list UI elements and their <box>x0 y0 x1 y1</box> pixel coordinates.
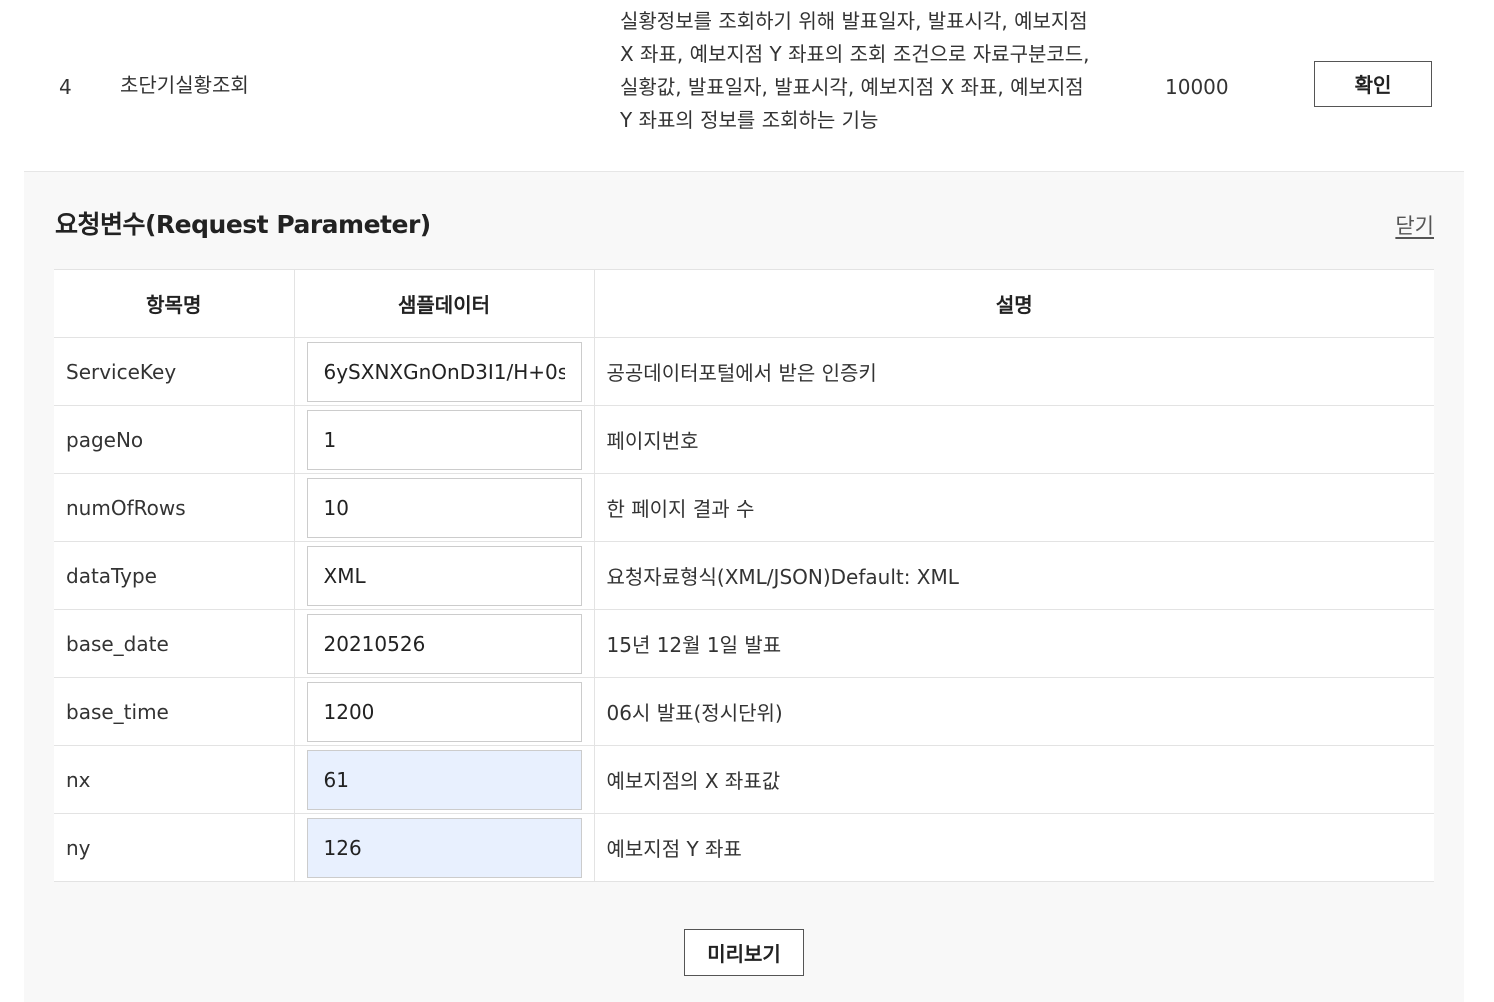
param-sample-cell <box>293 337 594 406</box>
param-sample-cell <box>293 813 594 882</box>
param-name: dataType <box>54 541 294 610</box>
table-header-row: 항목명 샘플데이터 설명 <box>54 269 1434 338</box>
param-sample-input[interactable] <box>306 681 582 742</box>
param-name: base_time <box>54 677 294 746</box>
table-row: numOfRows 한 페이지 결과 수 <box>54 473 1434 542</box>
param-description: 공공데이터포털에서 받은 인증키 <box>593 337 1434 406</box>
api-row-traffic: 10000 <box>1165 75 1229 99</box>
table-row: ny 예보지점 Y 좌표 <box>54 813 1434 882</box>
preview-button[interactable]: 미리보기 <box>684 929 804 976</box>
param-name: ny <box>54 813 294 882</box>
param-sample-cell <box>293 541 594 610</box>
api-row-number: 4 <box>59 75 72 99</box>
page: 4 초단기실황조회 실황정보를 조회하기 위해 발표일자, 발표시각, 예보지점… <box>0 0 1494 1002</box>
column-header-description: 설명 <box>593 269 1434 338</box>
table-row: nx 예보지점의 X 좌표값 <box>54 745 1434 814</box>
table-row: dataType 요청자료형식(XML/JSON)Default: XML <box>54 541 1434 610</box>
confirm-button[interactable]: 확인 <box>1314 61 1432 107</box>
param-name: base_date <box>54 609 294 678</box>
request-parameter-panel: 요청변수(Request Parameter) 닫기 항목명 샘플데이터 설명 … <box>24 172 1464 1002</box>
param-sample-input[interactable] <box>306 749 582 810</box>
table-row: base_date 15년 12월 1일 발표 <box>54 609 1434 678</box>
param-sample-input[interactable] <box>306 817 582 878</box>
param-description: 15년 12월 1일 발표 <box>593 609 1434 678</box>
param-description: 예보지점의 X 좌표값 <box>593 745 1434 814</box>
param-description: 페이지번호 <box>593 405 1434 474</box>
panel-title: 요청변수(Request Parameter) <box>55 210 431 239</box>
param-sample-cell <box>293 745 594 814</box>
api-row-description: 실황정보를 조회하기 위해 발표일자, 발표시각, 예보지점 X 좌표, 예보지… <box>620 9 1090 132</box>
api-list-row: 4 초단기실황조회 실황정보를 조회하기 위해 발표일자, 발표시각, 예보지점… <box>24 0 1464 172</box>
param-sample-cell <box>293 473 594 542</box>
param-sample-input[interactable] <box>306 613 582 674</box>
param-description: 한 페이지 결과 수 <box>593 473 1434 542</box>
parameter-rows: ServiceKey공공데이터포털에서 받은 인증키pageNo페이지번호num… <box>54 337 1434 882</box>
param-name: pageNo <box>54 405 294 474</box>
param-sample-input[interactable] <box>306 545 582 606</box>
param-description: 요청자료형식(XML/JSON)Default: XML <box>593 541 1434 610</box>
param-description: 06시 발표(정시단위) <box>593 677 1434 746</box>
param-sample-input[interactable] <box>306 341 582 402</box>
parameter-table: 항목명 샘플데이터 설명 ServiceKey공공데이터포털에서 받은 인증키p… <box>54 269 1434 882</box>
param-sample-input[interactable] <box>306 477 582 538</box>
param-name: ServiceKey <box>54 337 294 406</box>
column-header-name: 항목명 <box>54 269 294 338</box>
param-sample-input[interactable] <box>306 409 582 470</box>
param-description: 예보지점 Y 좌표 <box>593 813 1434 882</box>
param-sample-cell <box>293 405 594 474</box>
table-row: base_time 06시 발표(정시단위) <box>54 677 1434 746</box>
param-name: nx <box>54 745 294 814</box>
param-sample-cell <box>293 677 594 746</box>
table-row: ServiceKey 공공데이터포털에서 받은 인증키 <box>54 337 1434 406</box>
table-row: pageNo 페이지번호 <box>54 405 1434 474</box>
column-header-sample: 샘플데이터 <box>293 269 594 338</box>
param-sample-cell <box>293 609 594 678</box>
close-link[interactable]: 닫기 <box>1395 212 1434 240</box>
api-row-name: 초단기실황조회 <box>120 73 249 97</box>
param-name: numOfRows <box>54 473 294 542</box>
